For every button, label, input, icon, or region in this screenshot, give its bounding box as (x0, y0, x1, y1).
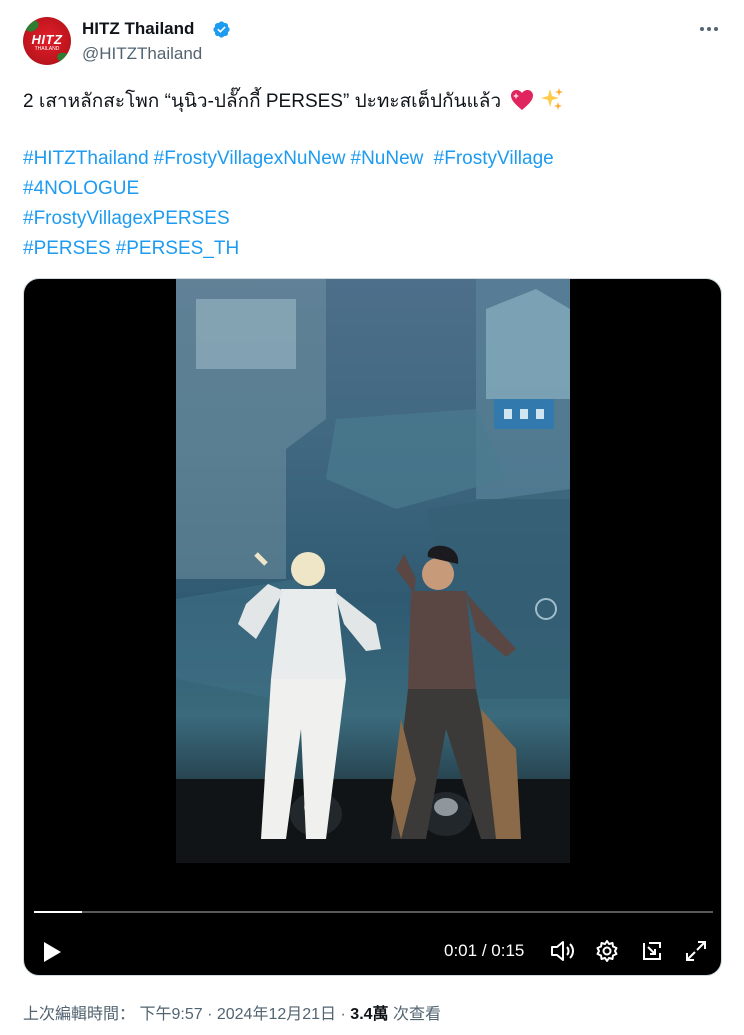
more-options-icon[interactable] (700, 22, 722, 36)
hashtag-link[interactable]: #NuNew (351, 148, 424, 169)
hashtag-link[interactable]: #FrostyVillagexPERSES (23, 208, 230, 229)
hashtags: #HITZThailand #FrostyVillagexNuNew #NuNew … (23, 144, 723, 264)
hashtag-line: #HITZThailand #FrostyVillagexNuNew #NuNew … (23, 144, 723, 174)
hashtag-link[interactable]: #4NOLOGUE (23, 178, 139, 199)
views-label: 次查看 (393, 1006, 442, 1023)
tweet-text: 2 เสาหลักสะโพก “นุนิว-ปลั๊กกี้ PERSES” ป… (23, 87, 723, 116)
tweet-body: 2 เสาหลักสะโพก “นุนิว-ปลั๊กกี้ PERSES” ป… (23, 91, 502, 112)
edited-label[interactable]: 上次編輯時間： (23, 1006, 135, 1023)
hashtag-link[interactable]: #PERSES (23, 238, 111, 259)
video-still (176, 279, 570, 863)
hashtag-link[interactable]: #FrostyVillage (434, 148, 554, 169)
handle[interactable]: @HITZThailand (82, 44, 202, 64)
fullscreen-icon[interactable] (684, 939, 708, 963)
hashtag-link[interactable]: #FrostyVillagexNuNew (154, 148, 346, 169)
dock-icon[interactable] (640, 939, 664, 963)
video-time: 0:01 / 0:15 (444, 941, 524, 961)
video-frame[interactable] (176, 279, 570, 863)
time-separator: / (481, 941, 492, 960)
video-player[interactable]: 0:01 / 0:15 (23, 278, 722, 976)
progress-bar[interactable] (34, 911, 713, 913)
settings-icon[interactable] (595, 939, 619, 963)
avatar-sub: THAILAND (34, 46, 60, 52)
sparkling-heart-icon (511, 90, 534, 110)
hashtag-link[interactable]: #HITZThailand (23, 148, 149, 169)
avatar[interactable]: HITZ THAILAND (23, 17, 71, 65)
tweet-time[interactable]: 下午9:57 (139, 1006, 202, 1023)
tweet-date[interactable]: 2024年12月21日 (217, 1006, 336, 1023)
current-time: 0:01 (444, 941, 478, 960)
hashtag-line: #PERSES #PERSES_TH (23, 234, 723, 264)
progress-fill (34, 911, 82, 913)
tweet-meta: 上次編輯時間： 下午9:57 · 2024年12月21日 · 3.4萬 次查看 (23, 1000, 441, 1024)
views-count[interactable]: 3.4萬 (350, 1006, 388, 1023)
hashtag-link[interactable]: #PERSES_TH (116, 238, 240, 259)
verified-badge-icon[interactable] (212, 20, 231, 39)
avatar-logo: HITZ (31, 32, 63, 47)
meta-separator: · (207, 1006, 213, 1023)
holly-leaf (55, 50, 71, 65)
hashtag-line: #FrostyVillagexPERSES (23, 204, 723, 234)
play-icon[interactable] (42, 941, 62, 963)
video-controls: 0:01 / 0:15 (24, 929, 721, 969)
sparkles-icon (540, 88, 563, 110)
hashtag-line: #4NOLOGUE (23, 174, 723, 204)
display-name[interactable]: HITZ Thailand (82, 19, 194, 39)
volume-icon[interactable] (550, 939, 576, 963)
meta-separator: · (340, 1006, 346, 1023)
duration: 0:15 (491, 941, 525, 960)
